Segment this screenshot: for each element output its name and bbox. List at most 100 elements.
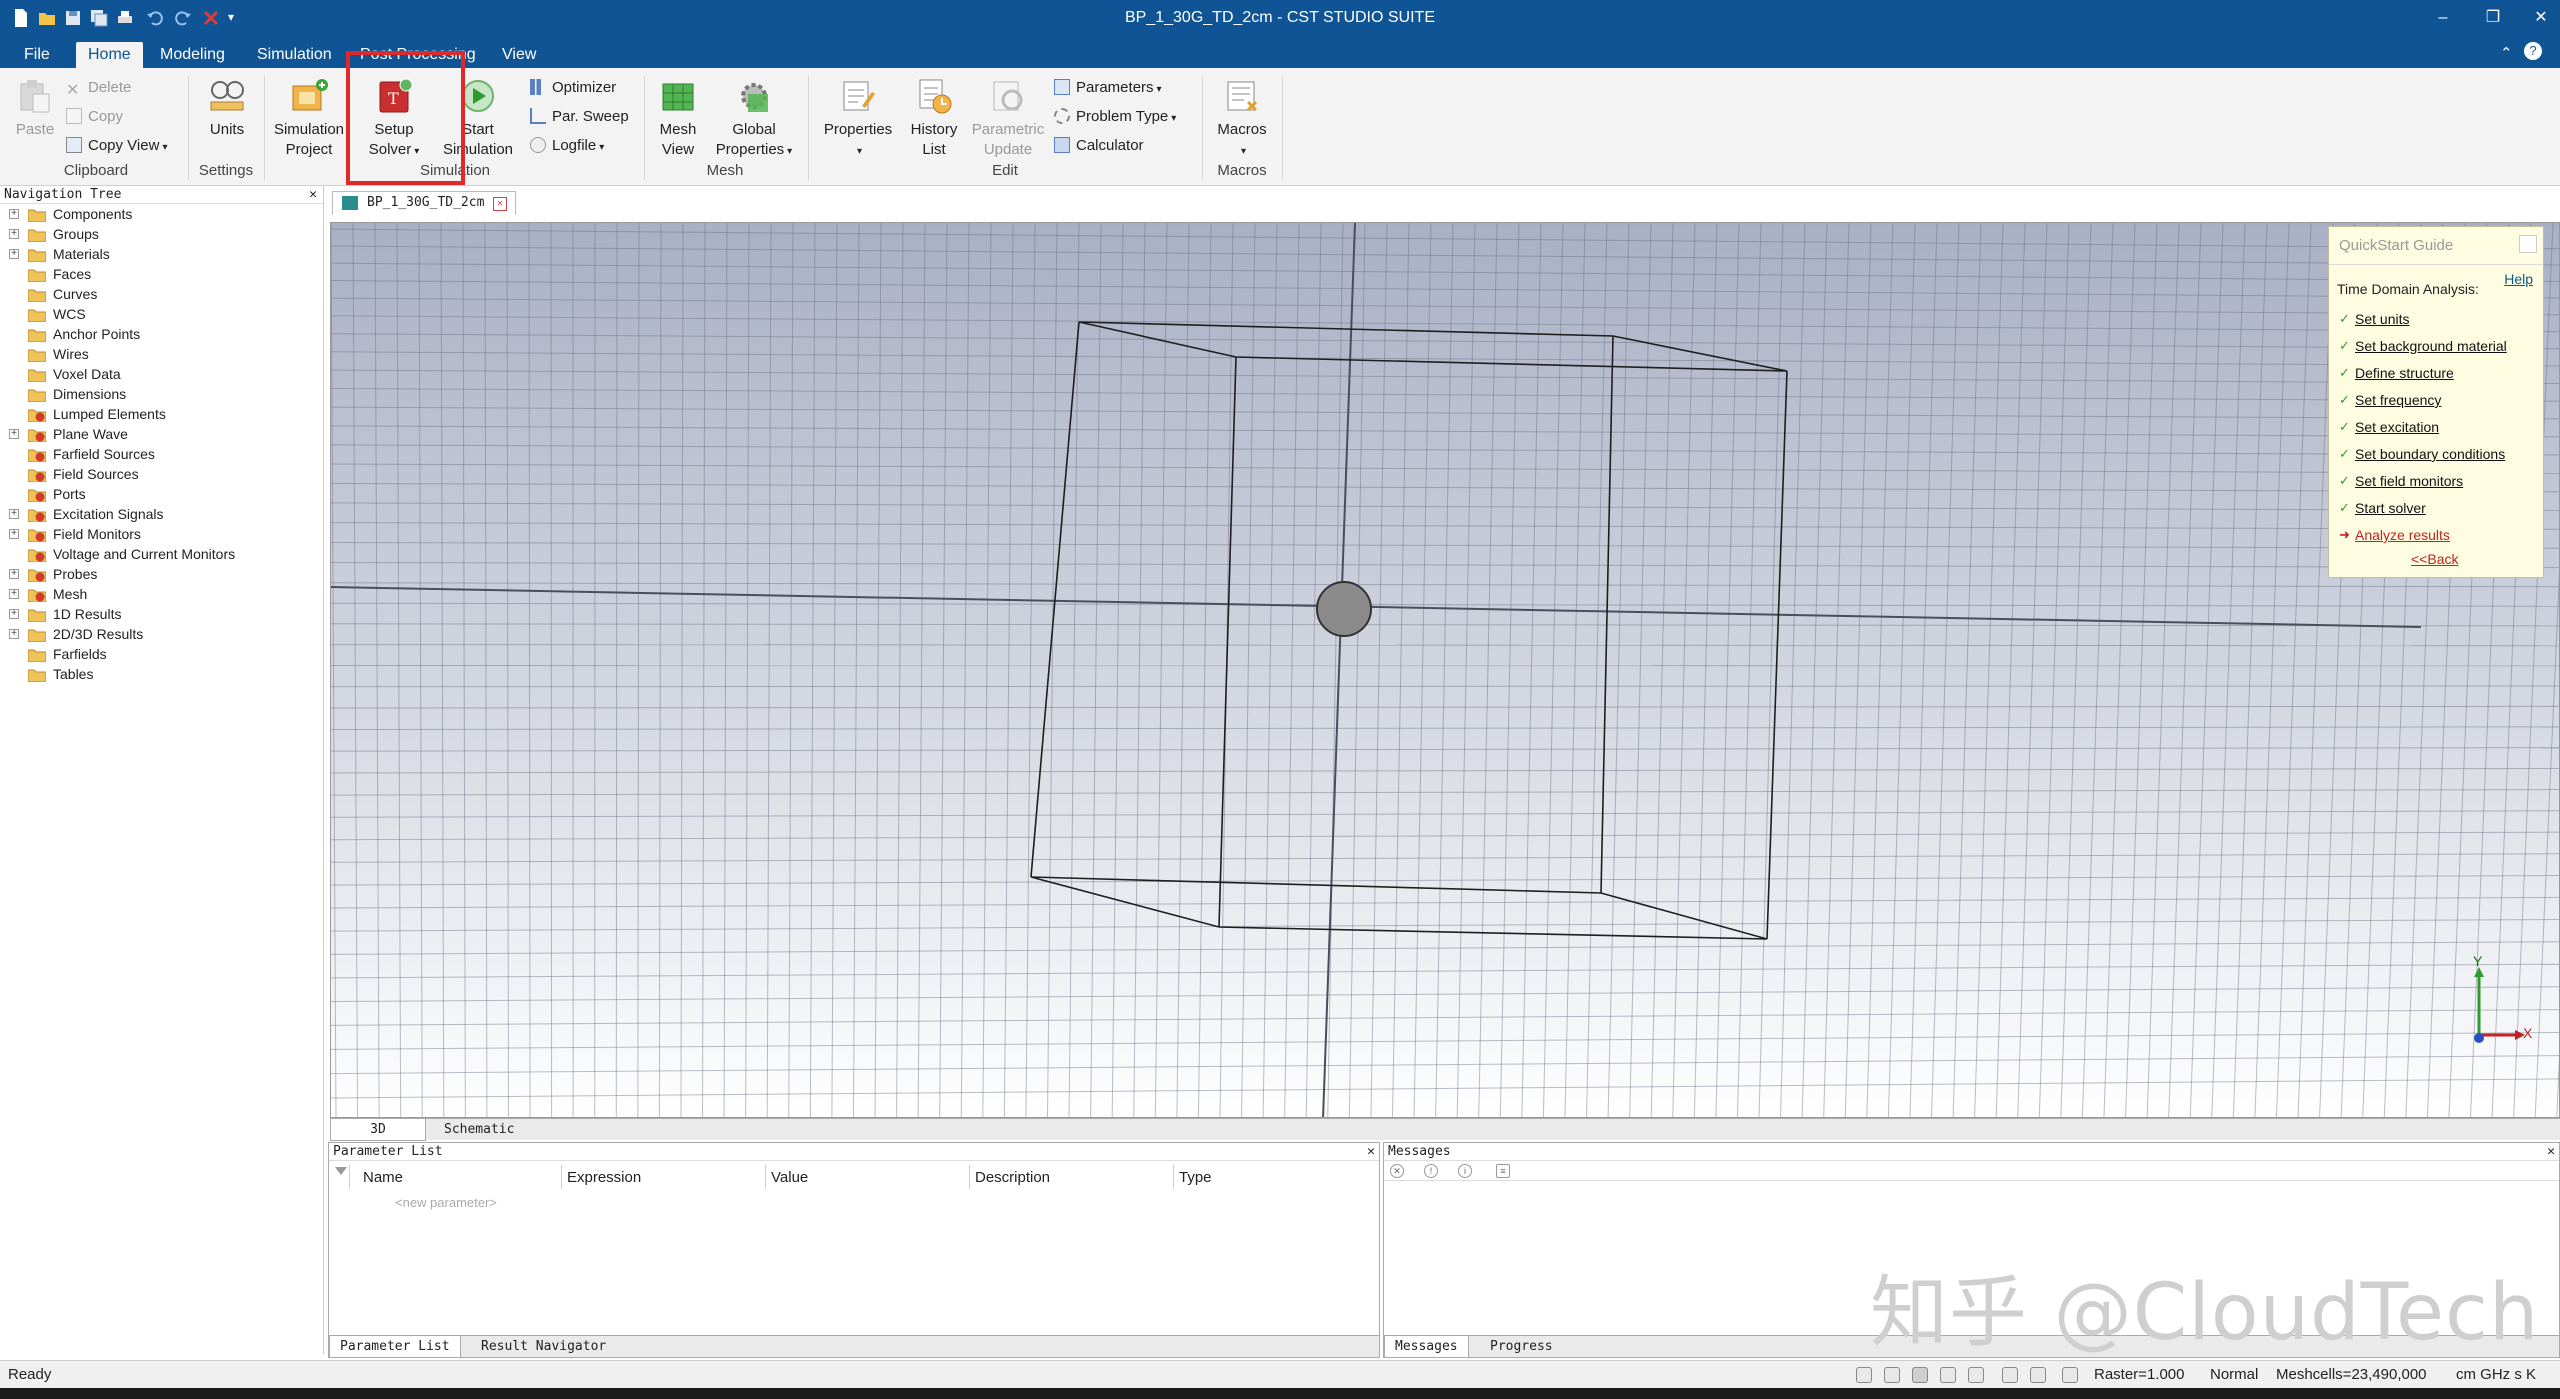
- close-icon[interactable]: ✕: [2547, 1143, 2555, 1161]
- optimizer-button[interactable]: Optimizer: [530, 77, 616, 99]
- quickstart-step-link[interactable]: ✓Set frequency: [2355, 392, 2441, 408]
- tree-item[interactable]: Farfield Sources: [0, 444, 323, 464]
- delete-button[interactable]: ✕Delete: [66, 77, 131, 99]
- document-tab[interactable]: BP_1_30G_TD_2cm ✕: [332, 191, 516, 215]
- tab-modeling[interactable]: Modeling: [148, 42, 237, 68]
- list-options-icon[interactable]: ≡: [1496, 1164, 1510, 1178]
- expand-icon[interactable]: +: [9, 569, 19, 579]
- tree-item[interactable]: Voxel Data: [0, 364, 323, 384]
- tree-item[interactable]: Voltage and Current Monitors: [0, 544, 323, 564]
- zoom-window-icon[interactable]: [1940, 1367, 1956, 1383]
- rotate-icon[interactable]: [1912, 1367, 1928, 1383]
- column-value[interactable]: Value: [771, 1169, 808, 1186]
- quickstart-step-link[interactable]: ➜Analyze results: [2355, 527, 2450, 543]
- sphere-object[interactable]: [1317, 582, 1371, 636]
- quickstart-step-link[interactable]: ✓Define structure: [2355, 365, 2454, 381]
- quickstart-step-link[interactable]: ✓Set background material: [2355, 338, 2507, 354]
- column-description[interactable]: Description: [975, 1169, 1050, 1186]
- tree-item[interactable]: +Mesh: [0, 584, 323, 604]
- quickstart-step-link[interactable]: ✓Set field monitors: [2355, 473, 2463, 489]
- close-icon[interactable]: ✕: [2526, 6, 2556, 30]
- column-type[interactable]: Type: [1179, 1169, 1212, 1186]
- tree-item[interactable]: +Excitation Signals: [0, 504, 323, 524]
- zoom-icon[interactable]: [1856, 1367, 1872, 1383]
- expand-icon[interactable]: +: [9, 229, 19, 239]
- back-link[interactable]: <<Back: [2411, 551, 2458, 567]
- global-properties-button[interactable]: Global Properties▾: [708, 76, 800, 162]
- parametric-update-button[interactable]: Parametric Update: [966, 76, 1050, 160]
- units-button[interactable]: Units: [200, 76, 254, 140]
- close-icon[interactable]: ✕: [1367, 1143, 1375, 1161]
- tree-item[interactable]: WCS: [0, 304, 323, 324]
- help-link[interactable]: Help: [2504, 271, 2533, 287]
- simulation-project-button[interactable]: Simulation Project: [268, 76, 350, 160]
- close-tab-icon[interactable]: ✕: [493, 197, 507, 211]
- tree-item[interactable]: Lumped Elements: [0, 404, 323, 424]
- column-expression[interactable]: Expression: [567, 1169, 641, 1186]
- reset-view-icon[interactable]: [1968, 1367, 1984, 1383]
- quickstart-step-link[interactable]: ✓Set excitation: [2355, 419, 2439, 435]
- tree-item[interactable]: +1D Results: [0, 604, 323, 624]
- history-list-button[interactable]: History List: [900, 76, 968, 160]
- collapse-ribbon-icon[interactable]: ⌃: [2500, 44, 2513, 62]
- fit-view-icon[interactable]: [2002, 1367, 2018, 1383]
- logfile-button[interactable]: Logfile▾: [530, 135, 604, 157]
- properties-button[interactable]: Properties ▾: [816, 76, 900, 162]
- par-sweep-button[interactable]: Par. Sweep: [530, 106, 629, 128]
- tree-item[interactable]: Ports: [0, 484, 323, 504]
- minimize-icon[interactable]: –: [2428, 6, 2458, 30]
- macros-button[interactable]: Macros ▾: [1210, 76, 1274, 162]
- close-icon[interactable]: ✕: [309, 186, 317, 204]
- expand-icon[interactable]: +: [9, 589, 19, 599]
- tree-item[interactable]: Faces: [0, 264, 323, 284]
- problem-type-button[interactable]: Problem Type▾: [1054, 106, 1176, 128]
- restore-icon[interactable]: ❐: [2478, 6, 2508, 30]
- tab-view[interactable]: View: [490, 42, 548, 68]
- tree-item[interactable]: +2D/3D Results: [0, 624, 323, 644]
- tab-home[interactable]: Home: [76, 42, 143, 68]
- tree-item[interactable]: Curves: [0, 284, 323, 304]
- quickstart-step-link[interactable]: ✓Set units: [2355, 311, 2409, 327]
- view-options-icon[interactable]: [2062, 1367, 2078, 1383]
- tree-item[interactable]: Farfields: [0, 644, 323, 664]
- tab-progress[interactable]: Progress: [1480, 1336, 1563, 1358]
- expand-icon[interactable]: +: [9, 209, 19, 219]
- parameters-button[interactable]: Parameters▾: [1054, 77, 1162, 99]
- tree-item[interactable]: +Plane Wave: [0, 424, 323, 444]
- tab-simulation[interactable]: Simulation: [245, 42, 344, 68]
- expand-icon[interactable]: +: [9, 249, 19, 259]
- 3d-viewport[interactable]: Y X: [330, 222, 2560, 1118]
- tree-item[interactable]: +Probes: [0, 564, 323, 584]
- expand-icon[interactable]: +: [9, 429, 19, 439]
- calculator-button[interactable]: Calculator: [1054, 135, 1144, 157]
- paste-button[interactable]: Paste: [10, 76, 60, 140]
- info-filter-icon[interactable]: i: [1458, 1164, 1472, 1178]
- tree-item[interactable]: +Components: [0, 204, 323, 224]
- tab-schematic[interactable]: Schematic: [430, 1119, 528, 1141]
- expand-icon[interactable]: +: [9, 609, 19, 619]
- tab-messages[interactable]: Messages: [1384, 1336, 1469, 1358]
- error-filter-icon[interactable]: ✕: [1390, 1164, 1404, 1178]
- tab-result-navigator[interactable]: Result Navigator: [471, 1336, 616, 1358]
- new-parameter-row[interactable]: <new parameter>: [395, 1195, 497, 1210]
- tree-item[interactable]: Field Sources: [0, 464, 323, 484]
- expand-icon[interactable]: +: [9, 629, 19, 639]
- expand-icon[interactable]: +: [9, 509, 19, 519]
- tree-item[interactable]: +Materials: [0, 244, 323, 264]
- pan-icon[interactable]: [1884, 1367, 1900, 1383]
- quickstart-step-link[interactable]: ✓Set boundary conditions: [2355, 446, 2505, 462]
- tree-item[interactable]: +Groups: [0, 224, 323, 244]
- mesh-view-button[interactable]: Mesh View: [652, 76, 704, 160]
- help-icon[interactable]: ?: [2524, 42, 2542, 60]
- tab-3d[interactable]: 3D: [330, 1119, 426, 1141]
- column-name[interactable]: Name: [363, 1169, 403, 1186]
- screenshot-icon[interactable]: [2030, 1367, 2046, 1383]
- tree-item[interactable]: Wires: [0, 344, 323, 364]
- tree-item[interactable]: Anchor Points: [0, 324, 323, 344]
- tab-file[interactable]: File: [12, 42, 62, 68]
- tree-item[interactable]: Tables: [0, 664, 323, 684]
- tab-parameter-list[interactable]: Parameter List: [329, 1336, 461, 1358]
- filter-icon[interactable]: [335, 1167, 347, 1181]
- tree-item[interactable]: Dimensions: [0, 384, 323, 404]
- tree-item[interactable]: +Field Monitors: [0, 524, 323, 544]
